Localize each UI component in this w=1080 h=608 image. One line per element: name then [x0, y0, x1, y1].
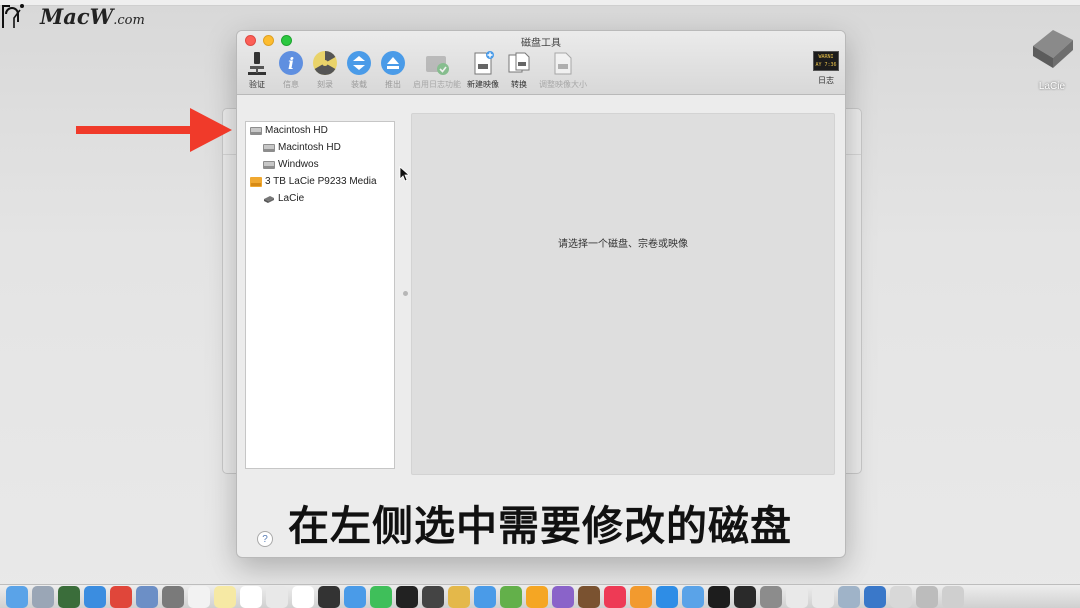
- resize-image-button[interactable]: 调整映像大小: [539, 49, 587, 90]
- mouse-cursor-icon: [399, 166, 409, 182]
- brand-suffix: .com: [113, 12, 145, 28]
- trash-icon[interactable]: [942, 585, 964, 608]
- brand-name: MacW: [40, 3, 114, 29]
- red-arrow-annotation: [76, 108, 232, 152]
- toolbar: 验证 i 信息 刻录 装载 推出 启用日志功能 新建映像 转换 调整映像大小: [243, 49, 593, 90]
- menu-bar: [0, 0, 1080, 6]
- qq-icon[interactable]: [812, 585, 834, 608]
- app-icon[interactable]: [58, 585, 80, 608]
- split-view-handle[interactable]: [403, 291, 408, 296]
- music-icon[interactable]: [604, 585, 626, 608]
- desktop-drive-lacie[interactable]: LaCie: [1024, 24, 1080, 104]
- verify-button[interactable]: 验证: [243, 49, 271, 90]
- volume-item-windwos[interactable]: Windwos: [246, 156, 394, 173]
- calendar-icon[interactable]: [188, 585, 210, 608]
- disk-list: Macintosh HD Macintosh HD Windwos 3 TB L…: [245, 121, 395, 469]
- mount-button[interactable]: 装载: [345, 49, 373, 90]
- app-store-icon[interactable]: [656, 585, 678, 608]
- app-icon[interactable]: [136, 585, 158, 608]
- disk-item-lacie-media[interactable]: 3 TB LaCie P9233 Media: [246, 173, 394, 190]
- keynote-icon[interactable]: [474, 585, 496, 608]
- resize-image-icon: [549, 49, 577, 77]
- app-icon[interactable]: [318, 585, 340, 608]
- mount-icon: [345, 49, 373, 77]
- terminal-icon[interactable]: [734, 585, 756, 608]
- chrome-icon[interactable]: [110, 585, 132, 608]
- app-icon[interactable]: [162, 585, 184, 608]
- app-icon[interactable]: [422, 585, 444, 608]
- photos-icon[interactable]: [526, 585, 548, 608]
- toolbar-area: 磁盘工具 验证 i 信息 刻录 装载 推出 启用日志功能 新建映像 转换 调整映…: [237, 31, 845, 95]
- disk-utility-window: 磁盘工具 验证 i 信息 刻录 装载 推出 启用日志功能 新建映像 转换 调整映…: [236, 30, 846, 558]
- info-button[interactable]: i 信息: [277, 49, 305, 90]
- disk-item-macintosh-hd[interactable]: Macintosh HD: [246, 122, 394, 139]
- eject-button[interactable]: 推出: [379, 49, 407, 90]
- facetime-icon[interactable]: [370, 585, 392, 608]
- desktop-drive-label: LaCie: [1038, 81, 1066, 92]
- reminders-icon[interactable]: [240, 585, 262, 608]
- detail-placeholder: 请选择一个磁盘、宗卷或映像: [558, 238, 688, 250]
- app-icon[interactable]: [838, 585, 860, 608]
- app-icon[interactable]: [552, 585, 574, 608]
- svg-text:i: i: [288, 54, 294, 73]
- activity-monitor-icon[interactable]: [708, 585, 730, 608]
- macw-logo-icon: [0, 0, 36, 32]
- journal-icon: [423, 49, 451, 77]
- books-icon[interactable]: [630, 585, 652, 608]
- microscope-icon: [243, 49, 271, 77]
- internal-disk-icon: [250, 126, 262, 135]
- convert-icon: [505, 49, 533, 77]
- volume-item-macintosh-hd[interactable]: Macintosh HD: [246, 139, 394, 156]
- app-icon[interactable]: [578, 585, 600, 608]
- subtitle-caption: 在左侧选中需要修改的磁盘: [288, 502, 792, 550]
- app-icon[interactable]: [864, 585, 886, 608]
- burn-button[interactable]: 刻录: [311, 49, 339, 90]
- finder-icon[interactable]: [6, 585, 28, 608]
- log-button[interactable]: WARNI AY 7:36 日志: [813, 51, 839, 86]
- convert-button[interactable]: 转换: [505, 49, 533, 90]
- qq-icon[interactable]: [786, 585, 808, 608]
- safari-icon[interactable]: [84, 585, 106, 608]
- numbers-icon[interactable]: [500, 585, 522, 608]
- app-icon[interactable]: [266, 585, 288, 608]
- enable-journaling-button[interactable]: 启用日志功能: [413, 49, 461, 90]
- window-title: 磁盘工具: [521, 38, 561, 49]
- volume-icon: [263, 160, 275, 169]
- app-icon[interactable]: [448, 585, 470, 608]
- info-icon: i: [277, 49, 305, 77]
- new-image-button[interactable]: 新建映像: [467, 49, 499, 90]
- dock: [0, 584, 1080, 608]
- launchpad-icon[interactable]: [32, 585, 54, 608]
- new-image-icon: [469, 49, 497, 77]
- disk-utility-icon[interactable]: [890, 585, 912, 608]
- external-volume-icon: [264, 195, 274, 203]
- app-icon[interactable]: [344, 585, 366, 608]
- external-disk-icon: [250, 176, 262, 187]
- burn-icon: [311, 49, 339, 77]
- notes-icon[interactable]: [214, 585, 236, 608]
- watermark-logo: MacW.com: [0, 0, 145, 32]
- external-drive-icon: [1033, 30, 1073, 68]
- app-icon[interactable]: [682, 585, 704, 608]
- volume-item-lacie[interactable]: LaCie: [246, 190, 394, 207]
- system-preferences-icon[interactable]: [760, 585, 782, 608]
- eject-icon: [379, 49, 407, 77]
- log-console-icon: WARNI AY 7:36: [813, 51, 839, 71]
- detail-pane: 请选择一个磁盘、宗卷或映像: [411, 113, 835, 475]
- app-icon[interactable]: [292, 585, 314, 608]
- volume-icon: [263, 143, 275, 152]
- app-icon[interactable]: [916, 585, 938, 608]
- app-icon[interactable]: [396, 585, 418, 608]
